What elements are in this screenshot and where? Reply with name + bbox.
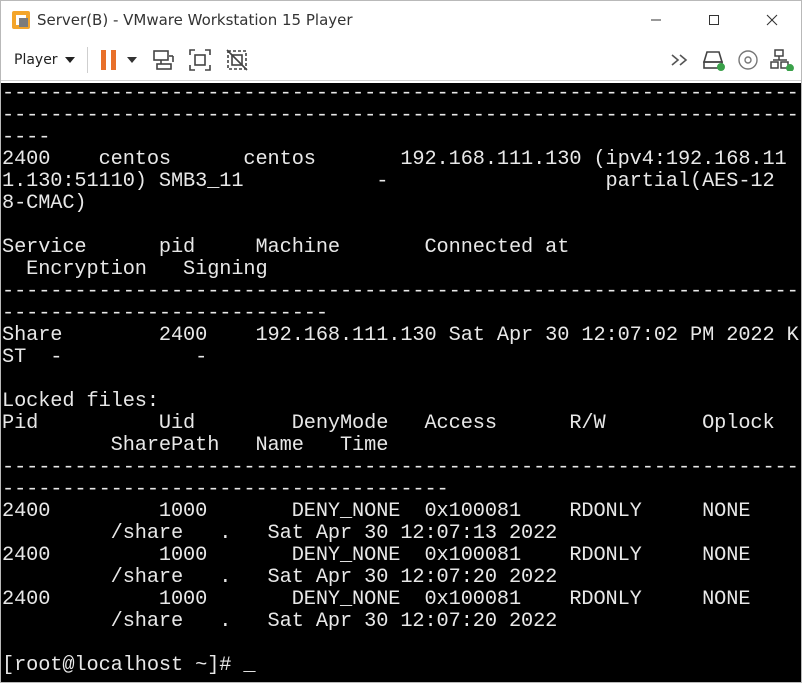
chevron-down-icon <box>64 56 75 63</box>
power-options-dropdown[interactable] <box>124 47 140 73</box>
console-line: Pid Uid DenyMode Access R/W Oplock <box>2 412 775 435</box>
console-line: Service pid Machine Connected at <box>2 236 570 259</box>
console-line: ---- <box>2 126 51 149</box>
pause-button[interactable] <box>96 47 122 73</box>
unity-icon <box>226 48 248 71</box>
title-bar[interactable]: Server(B) - VMware Workstation 15 Player <box>1 1 801 39</box>
toolbar: Player <box>1 39 801 81</box>
network-icon <box>770 48 794 71</box>
console-line: /share . Sat Apr 30 12:07:13 2022 <box>2 522 558 545</box>
cd-dvd-icon <box>738 49 758 70</box>
console-output: ----------------------------------------… <box>1 83 801 677</box>
cd-dvd-device[interactable] <box>735 47 761 73</box>
console-line: ------------------------------------- <box>2 478 449 501</box>
console-line: Share 2400 192.168.111.130 Sat Apr 30 12… <box>2 324 799 347</box>
console-line: 8-CMAC) <box>2 192 87 215</box>
console-line: [root@localhost ~]# _ <box>2 654 256 677</box>
vm-console-screen[interactable]: ----------------------------------------… <box>1 83 801 682</box>
hard-disk-device[interactable] <box>701 47 727 73</box>
console-line: ST - - <box>2 346 208 369</box>
console-line: Encryption Signing <box>2 258 268 281</box>
close-button[interactable] <box>743 1 801 39</box>
send-ctrl-alt-del-button[interactable] <box>150 47 176 73</box>
console-line: /share . Sat Apr 30 12:07:20 2022 <box>2 610 558 633</box>
network-device[interactable] <box>769 47 795 73</box>
console-line: SharePath Name Time <box>2 434 389 457</box>
minimize-icon <box>651 19 661 21</box>
minimize-button[interactable] <box>627 1 685 39</box>
unity-button[interactable] <box>224 47 250 73</box>
console-line: 2400 1000 DENY_NONE 0x100081 RDONLY NONE <box>2 500 751 523</box>
console-line: 2400 1000 DENY_NONE 0x100081 RDONLY NONE <box>2 588 751 611</box>
hard-disk-icon <box>702 50 725 71</box>
send-ctrl-alt-del-icon <box>152 49 174 70</box>
console-line: ----------------------------------------… <box>2 280 801 303</box>
console-line: ----------------------------------------… <box>2 83 801 105</box>
maximize-icon <box>709 15 719 25</box>
double-chevron-icon <box>671 53 688 66</box>
maximize-button[interactable] <box>685 1 743 39</box>
fit-guest-button[interactable] <box>187 47 213 73</box>
console-line: 2400 centos centos 192.168.111.130 (ipv4… <box>2 148 787 171</box>
pause-icon <box>100 49 116 70</box>
console-line: 1.130:51110) SMB3_11 - partial(AES-12 <box>2 170 775 193</box>
console-line: ----------------------------------------… <box>2 456 801 479</box>
console-line: ----------------------------------------… <box>2 104 801 127</box>
console-line: 2400 1000 DENY_NONE 0x100081 RDONLY NONE <box>2 544 751 567</box>
console-line: Locked files: <box>2 390 159 413</box>
toolbar-divider <box>86 46 88 73</box>
vmware-icon <box>11 10 31 30</box>
console-line: /share . Sat Apr 30 12:07:20 2022 <box>2 566 558 589</box>
fit-guest-icon <box>188 48 211 71</box>
window-title: Server(B) - VMware Workstation 15 Player <box>37 11 353 29</box>
vmware-window: Server(B) - VMware Workstation 15 Player… <box>0 0 802 683</box>
player-menu-button[interactable]: Player <box>14 52 75 68</box>
expand-toolbar-button[interactable] <box>667 47 693 73</box>
player-menu-label: Player <box>14 51 58 68</box>
console-line: --------------------------- <box>2 302 328 325</box>
dropdown-caret-icon <box>126 56 137 63</box>
close-icon <box>766 14 778 26</box>
